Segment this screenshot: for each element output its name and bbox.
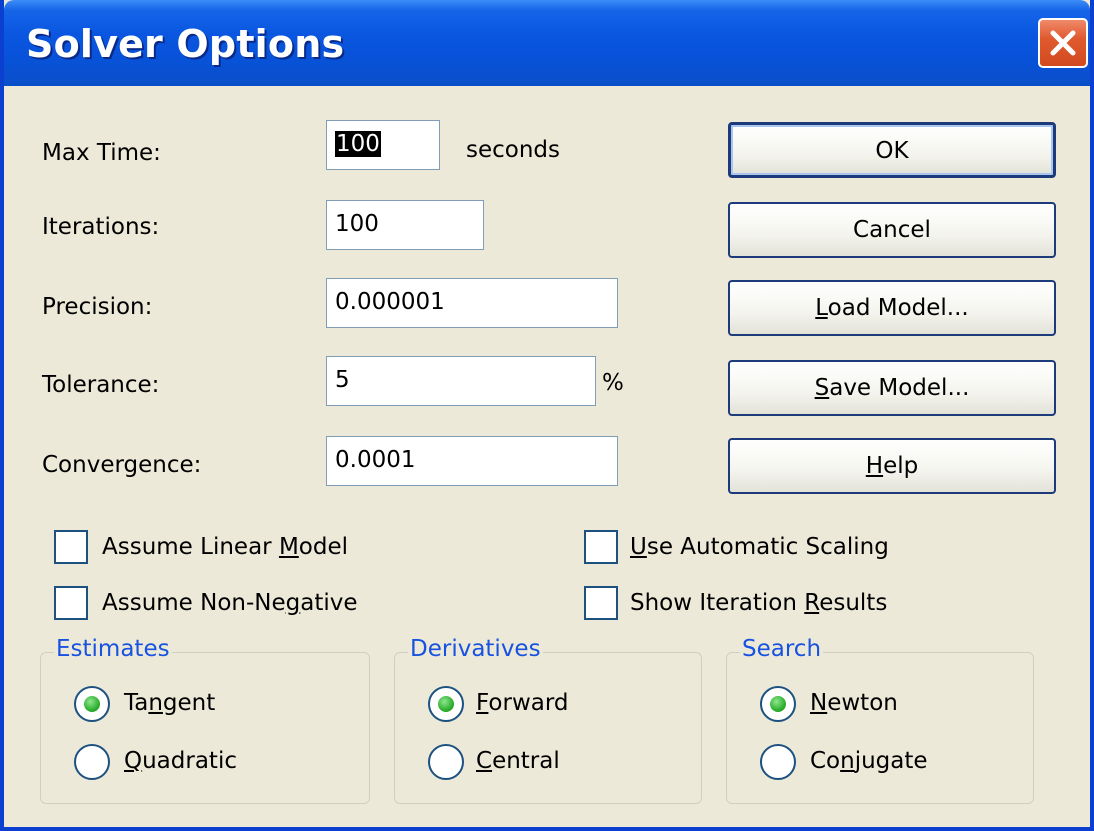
- newton-radio[interactable]: [760, 686, 796, 722]
- forward-radio[interactable]: [428, 686, 464, 722]
- save-model-mnemonic: S: [814, 375, 830, 401]
- newton-label[interactable]: Newton: [810, 690, 898, 716]
- save-model-label-post: ave Model...: [829, 375, 970, 401]
- max-time-label: Max Time:: [42, 140, 161, 166]
- ok-button[interactable]: OK: [728, 122, 1056, 178]
- assume-linear-label-post: odel: [298, 534, 349, 560]
- load-model-button[interactable]: Load Model...: [728, 280, 1056, 336]
- help-button[interactable]: Help: [728, 438, 1056, 494]
- window-title: Solver Options: [26, 22, 345, 66]
- load-model-label-post: oad Model...: [827, 295, 969, 321]
- newton-label-post: ewton: [827, 690, 898, 716]
- iterations-field[interactable]: 100: [326, 200, 484, 250]
- forward-mnemonic: F: [476, 690, 489, 716]
- quadratic-label[interactable]: Quadratic: [124, 748, 237, 774]
- forward-label-post: orward: [488, 690, 569, 716]
- assume-nonneg-mnemonic: g: [285, 590, 301, 616]
- title-bar[interactable]: Solver Options: [4, 0, 1090, 86]
- close-icon: [1050, 30, 1076, 56]
- auto-scaling-checkbox[interactable]: [584, 530, 618, 564]
- tolerance-unit: %: [602, 370, 624, 396]
- assume-nonneg-label-post: ative: [300, 590, 358, 616]
- tangent-label[interactable]: Tangent: [124, 690, 215, 716]
- show-iteration-label[interactable]: Show Iteration Results: [630, 590, 887, 616]
- tangent-mnemonic: n: [148, 690, 163, 716]
- precision-label: Precision:: [42, 294, 153, 320]
- assume-nonneg-label[interactable]: Assume Non-Negative: [102, 590, 358, 616]
- convergence-field[interactable]: 0.0001: [326, 436, 618, 486]
- derivatives-group: [394, 652, 702, 804]
- quadratic-mnemonic: Q: [124, 748, 143, 774]
- conjugate-radio[interactable]: [760, 744, 796, 780]
- convergence-value: 0.0001: [335, 447, 416, 473]
- assume-nonneg-checkbox[interactable]: [54, 586, 88, 620]
- auto-scaling-label[interactable]: Use Automatic Scaling: [630, 534, 889, 560]
- show-iteration-mnemonic: R: [804, 590, 820, 616]
- conjugate-mnemonic: n: [840, 748, 855, 774]
- forward-label[interactable]: Forward: [476, 690, 569, 716]
- convergence-label: Convergence:: [42, 452, 202, 478]
- tangent-label-post: gent: [162, 690, 216, 716]
- auto-scaling-label-post: se Automatic Scaling: [646, 534, 889, 560]
- show-iteration-label-post: esults: [819, 590, 888, 616]
- iterations-value: 100: [335, 211, 379, 237]
- assume-linear-label-pre: Assume Linear: [102, 534, 279, 560]
- central-radio[interactable]: [428, 744, 464, 780]
- precision-value: 0.000001: [335, 289, 445, 315]
- show-iteration-label-pre: Show Iteration: [630, 590, 805, 616]
- quadratic-radio[interactable]: [74, 744, 110, 780]
- tolerance-value: 5: [335, 367, 350, 393]
- central-mnemonic: C: [476, 748, 493, 774]
- conjugate-label-pre: Co: [810, 748, 841, 774]
- radio-selected-dot: [438, 696, 454, 712]
- help-mnemonic: H: [865, 453, 884, 479]
- assume-linear-checkbox[interactable]: [54, 530, 88, 564]
- save-model-button[interactable]: Save Model...: [728, 360, 1056, 416]
- conjugate-label[interactable]: Conjugate: [810, 748, 928, 774]
- quadratic-label-post: uadratic: [142, 748, 237, 774]
- assume-nonneg-label-pre: Assume Non-Ne: [102, 590, 286, 616]
- iterations-label: Iterations:: [42, 214, 160, 240]
- precision-field[interactable]: 0.000001: [326, 278, 618, 328]
- tangent-radio[interactable]: [74, 686, 110, 722]
- max-time-unit: seconds: [466, 137, 561, 163]
- search-group: [726, 652, 1034, 804]
- max-time-field[interactable]: 100: [326, 120, 440, 170]
- search-legend: Search: [740, 636, 824, 662]
- help-label-post: elp: [883, 453, 919, 479]
- central-label[interactable]: Central: [476, 748, 560, 774]
- cancel-button[interactable]: Cancel: [728, 202, 1056, 258]
- tangent-label-pre: Ta: [124, 690, 149, 716]
- conjugate-label-post: jugate: [854, 748, 928, 774]
- newton-mnemonic: N: [810, 690, 828, 716]
- radio-selected-dot: [84, 696, 100, 712]
- derivatives-legend: Derivatives: [408, 636, 543, 662]
- central-label-post: entral: [492, 748, 560, 774]
- tolerance-field[interactable]: 5: [326, 356, 596, 406]
- solver-options-dialog: Solver Options Max Time: 100 seconds Ite…: [0, 0, 1094, 831]
- show-iteration-checkbox[interactable]: [584, 586, 618, 620]
- estimates-group: [40, 652, 370, 804]
- assume-linear-mnemonic: M: [278, 534, 299, 560]
- max-time-value: 100: [335, 131, 381, 157]
- close-button[interactable]: [1038, 18, 1088, 68]
- estimates-legend: Estimates: [54, 636, 172, 662]
- tolerance-label: Tolerance:: [42, 372, 160, 398]
- radio-selected-dot: [770, 696, 786, 712]
- load-model-mnemonic: L: [815, 295, 828, 321]
- auto-scaling-mnemonic: U: [630, 534, 647, 560]
- assume-linear-label[interactable]: Assume Linear Model: [102, 534, 348, 560]
